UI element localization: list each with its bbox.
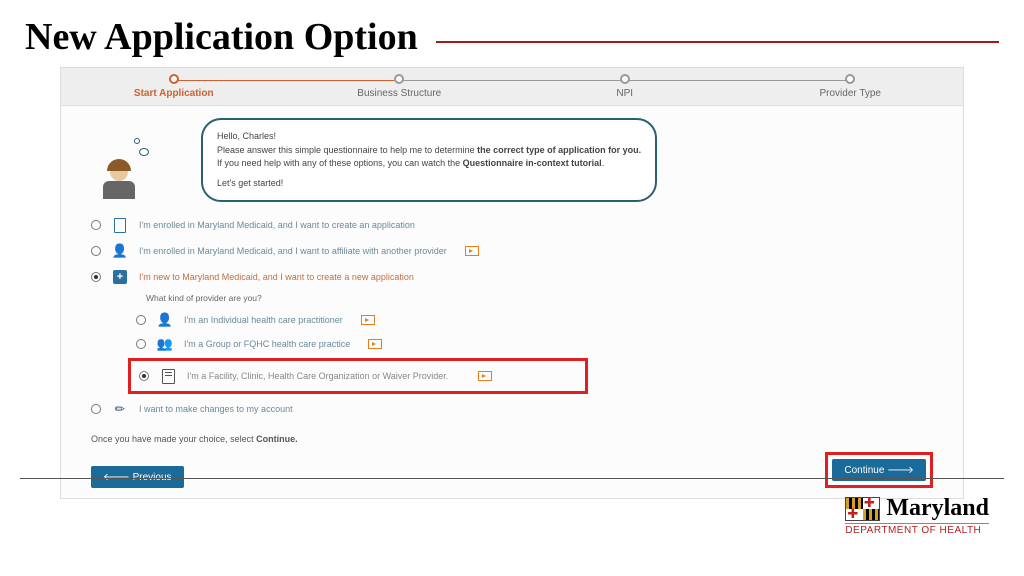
- speech-line: Let's get started!: [217, 177, 641, 191]
- step-dot-icon: [620, 74, 630, 84]
- step-connector: [174, 80, 400, 81]
- video-badge-icon[interactable]: [478, 371, 492, 381]
- option-label: I'm an Individual health care practition…: [184, 315, 343, 325]
- document-icon: [111, 216, 129, 234]
- step-connector: [625, 80, 851, 81]
- title-text: New Application Option: [25, 15, 418, 59]
- option-enrolled-affiliate[interactable]: 👤 I'm enrolled in Maryland Medicaid, and…: [91, 238, 933, 264]
- greeting-text: Hello, Charles!: [217, 130, 641, 144]
- previous-button[interactable]: 🡐 Previous: [91, 466, 184, 488]
- option-new-application[interactable]: + I'm new to Maryland Medicaid, and I wa…: [91, 264, 933, 290]
- step-business-structure[interactable]: Business Structure: [287, 68, 513, 105]
- step-provider-type[interactable]: Provider Type: [738, 68, 964, 105]
- radio-icon[interactable]: [136, 339, 146, 349]
- step-connector: [399, 80, 625, 81]
- step-dot-icon: [169, 74, 179, 84]
- maryland-logo: Maryland DEPARTMENT OF HEALTH: [845, 495, 989, 536]
- step-dot-icon: [845, 74, 855, 84]
- arrow-right-icon: 🡒: [884, 465, 914, 476]
- pencil-icon: ✎: [107, 396, 132, 421]
- button-row: 🡐 Previous Continue 🡒: [91, 452, 933, 488]
- sub-options: 👤 I'm an Individual health care practiti…: [136, 308, 933, 394]
- step-start-application[interactable]: Start Application: [61, 68, 287, 105]
- sub-option-individual[interactable]: 👤 I'm an Individual health care practiti…: [136, 308, 933, 332]
- speech-line: Please answer this simple questionnaire …: [217, 144, 641, 158]
- footnote: Once you have made your choice, select C…: [91, 434, 933, 444]
- radio-icon[interactable]: [139, 371, 149, 381]
- application-panel: Start Application Business Structure NPI…: [60, 67, 964, 499]
- step-dot-icon: [394, 74, 404, 84]
- option-make-changes[interactable]: ✎ I want to make changes to my account: [91, 396, 933, 422]
- assistant-avatar: [91, 118, 146, 199]
- title-rule: [436, 41, 999, 43]
- plus-icon: +: [111, 268, 129, 286]
- option-label: I want to make changes to my account: [139, 404, 293, 414]
- radio-icon[interactable]: [91, 220, 101, 230]
- assistant-row: Hello, Charles! Please answer this simpl…: [91, 118, 933, 202]
- video-badge-icon[interactable]: [361, 315, 375, 325]
- group-icon: 👥: [156, 335, 174, 353]
- video-badge-icon[interactable]: [368, 339, 382, 349]
- radio-icon[interactable]: [136, 315, 146, 325]
- radio-icon[interactable]: [91, 246, 101, 256]
- logo-department: DEPARTMENT OF HEALTH: [845, 523, 989, 536]
- option-label: I'm a Group or FQHC health care practice: [184, 339, 350, 349]
- step-npi[interactable]: NPI: [512, 68, 738, 105]
- highlighted-continue: Continue 🡒: [825, 452, 933, 488]
- sub-question: What kind of provider are you?: [146, 290, 933, 308]
- option-enrolled-create[interactable]: I'm enrolled in Maryland Medicaid, and I…: [91, 212, 933, 238]
- user-icon: 👤: [111, 242, 129, 260]
- option-label: I'm a Facility, Clinic, Health Care Orga…: [187, 371, 448, 381]
- option-label: I'm enrolled in Maryland Medicaid, and I…: [139, 220, 415, 230]
- footer-rule: [20, 478, 1004, 479]
- highlighted-option: I'm a Facility, Clinic, Health Care Orga…: [128, 358, 588, 394]
- video-badge-icon[interactable]: [465, 246, 479, 256]
- option-label: I'm new to Maryland Medicaid, and I want…: [139, 272, 414, 282]
- thought-bubble-icon: [131, 138, 149, 156]
- maryland-flag-icon: [845, 497, 880, 521]
- logo-name: Maryland: [886, 495, 989, 522]
- speech-bubble: Hello, Charles! Please answer this simpl…: [201, 118, 657, 202]
- radio-icon[interactable]: [91, 404, 101, 414]
- main-options: I'm enrolled in Maryland Medicaid, and I…: [91, 212, 933, 422]
- person-icon: 👤: [156, 311, 174, 329]
- progress-bar: Start Application Business Structure NPI…: [61, 68, 963, 106]
- slide-title: New Application Option: [0, 0, 1024, 67]
- sub-option-group[interactable]: 👥 I'm a Group or FQHC health care practi…: [136, 332, 933, 356]
- panel-content: Hello, Charles! Please answer this simpl…: [61, 106, 963, 498]
- option-label: I'm enrolled in Maryland Medicaid, and I…: [139, 246, 447, 256]
- speech-line: If you need help with any of these optio…: [217, 157, 641, 171]
- building-icon: [159, 367, 177, 385]
- radio-icon[interactable]: [91, 272, 101, 282]
